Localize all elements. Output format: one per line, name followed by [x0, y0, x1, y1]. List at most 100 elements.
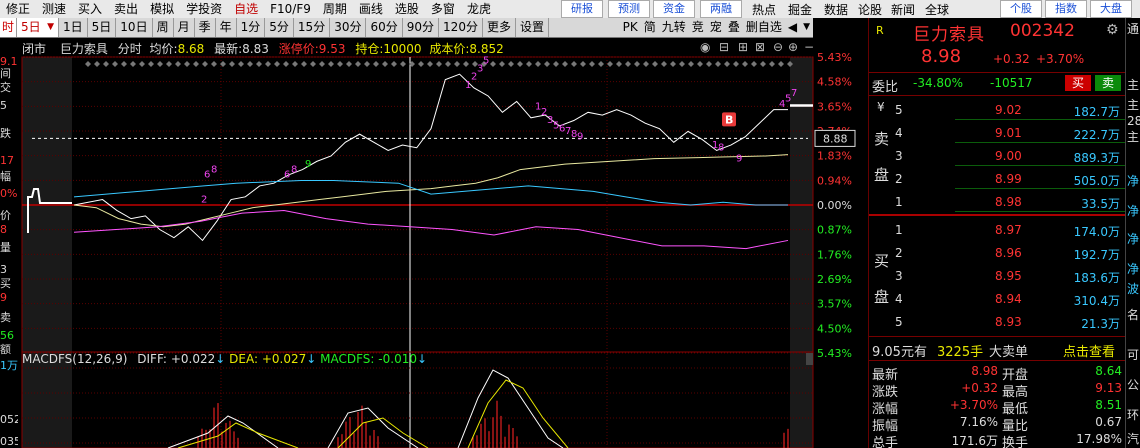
ask-price: 8.98: [995, 195, 1022, 209]
far-right-item-6[interactable]: 净: [1127, 204, 1140, 218]
period-button-0[interactable]: 5日 ▼: [17, 18, 60, 37]
gear-icon[interactable]: ⚙: [1106, 22, 1119, 38]
bid-level: 1: [895, 223, 903, 237]
menu-right-item-2[interactable]: 数据: [824, 1, 848, 18]
dropdown-icon[interactable]: ▼: [800, 18, 813, 37]
period-button-14[interactable]: 120分: [439, 18, 483, 37]
far-right-item-12[interactable]: 公: [1127, 378, 1140, 392]
menu-right-item-3[interactable]: 论股: [858, 1, 882, 18]
far-right-item-3[interactable]: 28: [1127, 114, 1140, 128]
period-button-12[interactable]: 60分: [366, 18, 403, 37]
buy-button[interactable]: 买: [1065, 75, 1091, 91]
menu-item-11[interactable]: 多窗: [425, 0, 461, 18]
ask-row[interactable]: 2 8.99 505.0万: [869, 171, 1126, 188]
period-button-8[interactable]: 1分: [237, 18, 266, 37]
far-right-item-10[interactable]: 名: [1127, 308, 1140, 322]
far-right-item-8[interactable]: 净: [1127, 262, 1140, 276]
menu-far-button-0[interactable]: 个股: [1000, 0, 1042, 18]
far-right-item-4[interactable]: 主: [1127, 130, 1140, 144]
period-button-10[interactable]: 15分: [294, 18, 331, 37]
left-strip-item-18: 052: [0, 413, 21, 426]
toolbar-right-item-1[interactable]: 简: [641, 18, 659, 37]
period-button-1[interactable]: 1日: [59, 18, 88, 37]
ask-row[interactable]: 5 9.02 182.7万: [869, 102, 1126, 119]
menu-button-1[interactable]: 预测: [608, 0, 650, 18]
period-button-15[interactable]: 更多: [483, 18, 516, 37]
bid-row[interactable]: 4 8.94 310.4万: [869, 291, 1126, 308]
menu-right-item-0[interactable]: 热点: [752, 1, 776, 18]
menu-button-3[interactable]: 两融: [700, 0, 742, 18]
menu-item-6[interactable]: 自选: [228, 0, 264, 18]
menu-item-3[interactable]: 卖出: [108, 0, 144, 18]
big-order-row: 9.05元有 3225手 大卖单 点击查看: [869, 340, 1126, 360]
menu-item-7[interactable]: F10/F9: [264, 0, 317, 18]
far-right-item-1[interactable]: 主: [1127, 78, 1140, 92]
cost-label: 成本价:: [429, 42, 470, 56]
intraday-chart[interactable]: 5.43%4.58%3.65%2.74%1.83%0.94%0.00%0.87%…: [18, 38, 868, 448]
toolbar-right-item-2[interactable]: 九转: [659, 18, 689, 37]
bid-row[interactable]: 2 8.96 192.7万: [869, 245, 1126, 262]
menu-item-0[interactable]: 修正: [0, 0, 36, 18]
far-right-item-0[interactable]: 通: [1127, 22, 1140, 36]
big-order-link[interactable]: 点击查看: [1063, 341, 1115, 360]
toolbar-right-item-3[interactable]: 竞: [689, 18, 707, 37]
diff-label: DIFF:: [137, 352, 167, 366]
period-button-9[interactable]: 5分: [265, 18, 294, 37]
period-button-3[interactable]: 10日: [116, 18, 153, 37]
toolbar-right-item-4[interactable]: 宠: [707, 18, 725, 37]
far-right-item-7[interactable]: 净: [1127, 232, 1140, 246]
far-right-item-13[interactable]: 环: [1127, 408, 1140, 422]
period-button-4[interactable]: 周: [153, 18, 174, 37]
toolbar-right-item-0[interactable]: PK: [620, 18, 641, 37]
menu-button-2[interactable]: 资金: [653, 0, 695, 18]
menu-right-item-1[interactable]: 掘金: [788, 1, 812, 18]
bid-row[interactable]: 1 8.97 174.0万: [869, 222, 1126, 239]
menu-right-item-5[interactable]: 全球: [925, 1, 949, 18]
toolbar-right-item-5[interactable]: 叠: [725, 18, 743, 37]
webi-value: -34.80%: [913, 76, 964, 90]
bid-level: 4: [895, 292, 903, 306]
period-button-13[interactable]: 90分: [403, 18, 440, 37]
menu-far-button-1[interactable]: 指数: [1045, 0, 1087, 18]
period-button-16[interactable]: 设置: [516, 18, 549, 37]
bid-row[interactable]: 5 8.93 21.3万: [869, 314, 1126, 331]
stats-row: 最新 8.98 开盘 8.64: [869, 363, 1126, 383]
sell-button[interactable]: 卖: [1095, 75, 1121, 91]
menu-button-0[interactable]: 研报: [561, 0, 603, 18]
toolbar-right-item-6[interactable]: 删自选: [743, 18, 785, 37]
menu-item-8[interactable]: 周期: [317, 0, 353, 18]
menu-item-9[interactable]: 画线: [353, 0, 389, 18]
bid-volume: 21.3万: [1081, 317, 1120, 331]
menu-item-2[interactable]: 买入: [72, 0, 108, 18]
buy-marker-label: B: [725, 113, 733, 126]
far-right-item-11[interactable]: 可: [1127, 348, 1140, 362]
menu-right-item-4[interactable]: 新闻: [891, 1, 915, 18]
period-button-11[interactable]: 30分: [330, 18, 367, 37]
far-right-item-2[interactable]: 主: [1127, 98, 1140, 112]
menu-item-5[interactable]: 学投资: [180, 0, 228, 18]
menu-item-10[interactable]: 选股: [389, 0, 425, 18]
menu-item-12[interactable]: 龙虎: [461, 0, 497, 18]
menu-item-1[interactable]: 测速: [36, 0, 72, 18]
stat-value: 8.98: [971, 364, 998, 378]
stat-value: 8.51: [1095, 398, 1122, 412]
speaker-icon[interactable]: ◀: [785, 18, 800, 37]
far-right-item-5[interactable]: 净: [1127, 174, 1140, 188]
period-button-7[interactable]: 年: [216, 18, 237, 37]
tab-time[interactable]: 时: [0, 18, 18, 37]
period-button-6[interactable]: 季: [195, 18, 216, 37]
right-axis-label: 4.58%: [817, 76, 852, 89]
menu-far-button-2[interactable]: 大盘: [1090, 0, 1132, 18]
ask-volume: 505.0万: [1073, 174, 1120, 188]
menu-item-4[interactable]: 模拟: [144, 0, 180, 18]
quote-panel: R 巨力索具 002342 ⚙ 8.98 +0.32 +3.70% 委比 -34…: [868, 18, 1126, 448]
ask-row[interactable]: 3 9.00 889.3万: [869, 148, 1126, 165]
bid-row[interactable]: 3 8.95 183.6万: [869, 268, 1126, 285]
far-right-item-14[interactable]: 汽: [1127, 432, 1140, 446]
far-right-item-9[interactable]: 波: [1127, 282, 1140, 296]
macdfs-label: MACDFS:: [320, 352, 375, 366]
period-button-2[interactable]: 5日: [88, 18, 117, 37]
ask-row[interactable]: 1 8.98 33.5万: [869, 194, 1126, 211]
ask-row[interactable]: 4 9.01 222.7万: [869, 125, 1126, 142]
period-button-5[interactable]: 月: [174, 18, 195, 37]
